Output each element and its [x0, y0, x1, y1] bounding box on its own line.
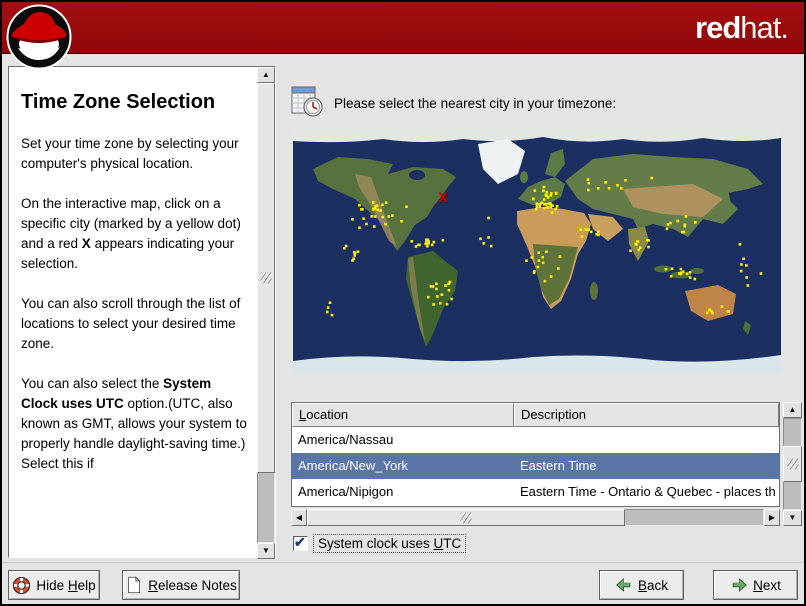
calendar-clock-icon — [291, 86, 323, 117]
redhat-shadowman-logo-icon — [6, 4, 72, 70]
next-button[interactable]: Next — [713, 570, 798, 600]
scroll-up-icon[interactable]: ▲ — [783, 402, 802, 418]
next-label: Next — [753, 577, 781, 593]
scroll-thumb[interactable] — [783, 446, 802, 482]
help-scrollbar[interactable]: ▲ ▼ — [257, 67, 275, 559]
prompt-text: Please select the nearest city in your t… — [334, 96, 617, 111]
column-header-description[interactable]: Description — [514, 403, 779, 427]
column-header-location[interactable]: Location — [292, 403, 514, 427]
scroll-up-icon[interactable]: ▲ — [257, 67, 275, 83]
help-paragraphs: Set your time zone by selecting your com… — [21, 134, 249, 474]
timezone-table: Location Description America/Nassau Ameri… — [291, 402, 780, 507]
table-row[interactable]: America/New_York Eastern Time — [292, 453, 779, 479]
table-vertical-scrollbar[interactable]: ▲ ▼ — [783, 402, 802, 526]
arrow-left-icon — [616, 578, 631, 592]
help-content: Time Zone Selection Set your time zone b… — [9, 67, 257, 557]
back-button[interactable]: Back — [599, 570, 684, 600]
help-paragraph: You can also scroll through the list of … — [21, 296, 241, 351]
hide-help-label: Hide Help — [36, 577, 96, 593]
utc-checkbox-label[interactable]: System clock uses UTC — [313, 533, 467, 553]
page-title: Time Zone Selection — [21, 91, 216, 113]
footer-separator — [2, 562, 804, 563]
help-paragraph: You can also select the System Clock use… — [21, 376, 247, 471]
arrow-right-icon — [732, 578, 747, 592]
redhat-wordmark: redhat. — [695, 10, 789, 46]
table-header: Location Description — [292, 403, 779, 427]
table-row[interactable]: America/Nassau — [292, 427, 779, 453]
utc-checkbox-row: ✔ System clock uses UTC — [293, 532, 467, 554]
scroll-down-icon[interactable]: ▼ — [257, 543, 275, 559]
help-paragraph: On the interactive map, click on a speci… — [21, 196, 241, 271]
scroll-right-icon[interactable]: ▶ — [764, 509, 780, 526]
checkmark-icon: ✔ — [294, 533, 306, 550]
scroll-left-icon[interactable]: ◀ — [291, 509, 307, 526]
wordmark-hat: hat. — [740, 10, 789, 45]
scroll-down-icon[interactable]: ▼ — [783, 510, 802, 526]
life-ring-icon — [13, 576, 31, 594]
installer-window: redhat. Time Zone Selection Set your tim… — [0, 0, 806, 606]
utc-checkbox[interactable]: ✔ — [293, 533, 308, 551]
release-notes-button[interactable]: Release Notes — [122, 570, 240, 600]
world-map[interactable]: X — [293, 129, 781, 373]
release-notes-label: Release Notes — [148, 577, 237, 593]
back-label: Back — [637, 577, 669, 593]
header-bar: redhat. — [2, 2, 804, 54]
help-paragraph: Set your time zone by selecting your com… — [21, 136, 239, 171]
hide-help-button[interactable]: Hide Help — [8, 570, 100, 600]
scroll-thumb[interactable] — [307, 509, 625, 526]
table-body: America/Nassau America/New_York Eastern Ti… — [292, 427, 779, 505]
table-row[interactable]: America/Nipigon Eastern Time - Ontario & … — [292, 479, 779, 505]
scroll-thumb[interactable] — [257, 83, 275, 473]
document-icon — [128, 576, 141, 594]
wordmark-red: red — [695, 10, 741, 45]
table-horizontal-scrollbar[interactable]: ◀ ▶ — [291, 509, 780, 526]
help-panel: Time Zone Selection Set your time zone b… — [8, 66, 276, 559]
